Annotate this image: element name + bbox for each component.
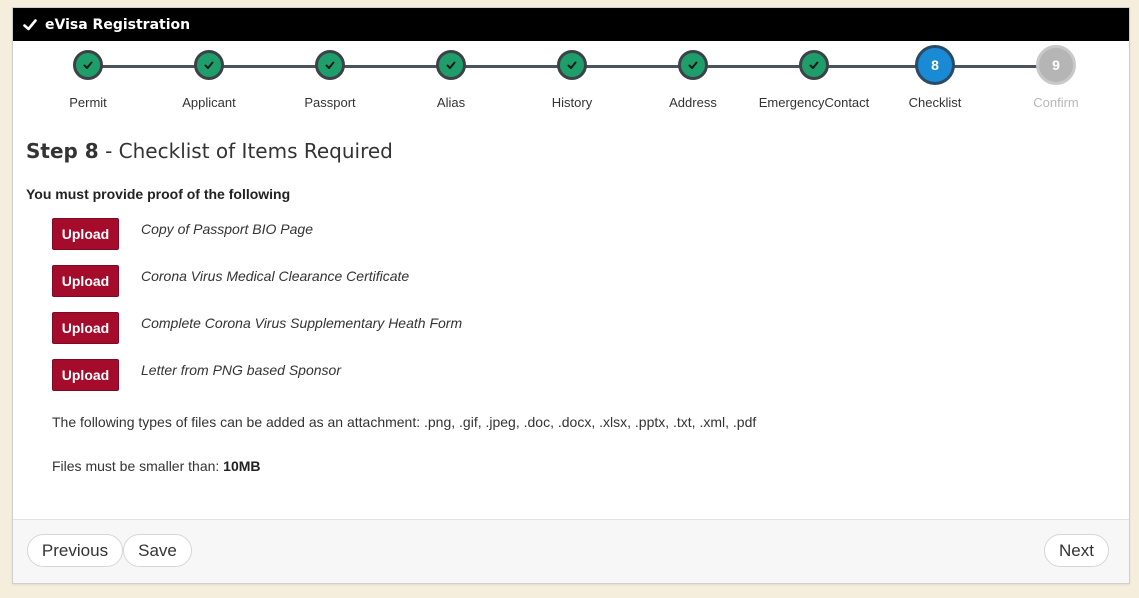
- save-button[interactable]: Save: [123, 534, 192, 567]
- list-item: Upload Copy of Passport BIO Page: [52, 218, 1116, 265]
- file-types-note: The following types of files can be adde…: [52, 414, 757, 430]
- file-size-note: Files must be smaller than: 10MB: [52, 458, 1116, 474]
- list-item: Upload Complete Corona Virus Supplementa…: [52, 312, 1116, 359]
- list-item: Upload Corona Virus Medical Clearance Ce…: [52, 265, 1116, 312]
- upload-button[interactable]: Upload: [52, 265, 119, 297]
- item-description: Complete Corona Virus Supplementary Heat…: [141, 315, 463, 331]
- size-note-label: Files must be smaller than:: [52, 458, 224, 474]
- panel-title: eVisa Registration: [45, 16, 191, 33]
- step-complete-icon: [194, 50, 224, 80]
- step-label: Alias: [436, 95, 466, 110]
- form-footer: Previous Save Next: [13, 519, 1129, 583]
- step-label: Applicant: [182, 95, 236, 110]
- step-address: Address: [633, 41, 753, 110]
- step-label: Address: [669, 95, 717, 110]
- upload-button[interactable]: Upload: [52, 218, 119, 250]
- evisa-registration-panel: eVisa Registration Permit Applicant Pass…: [12, 7, 1130, 584]
- step-complete-icon: [557, 50, 587, 80]
- step-number: Step 8: [26, 139, 99, 163]
- step-permit: Permit: [28, 41, 148, 110]
- checklist-content: Step 8 - Checklist of Items Required You…: [13, 139, 1129, 474]
- upload-button[interactable]: Upload: [52, 312, 119, 344]
- step-confirm: 9 Confirm: [996, 41, 1116, 110]
- step-alias: Alias: [391, 41, 511, 110]
- item-description: Corona Virus Medical Clearance Certifica…: [141, 268, 410, 284]
- item-description: Letter from PNG based Sponsor: [141, 362, 341, 378]
- step-complete-icon: [436, 50, 466, 80]
- step-complete-icon: [73, 50, 103, 80]
- item-description: Copy of Passport BIO Page: [141, 221, 313, 237]
- upload-button[interactable]: Upload: [52, 359, 119, 391]
- progress-stepper: Permit Applicant Passport Alias History: [13, 41, 1129, 123]
- size-limit: 10MB: [223, 458, 261, 474]
- page-title: Step 8 - Checklist of Items Required: [26, 139, 1116, 163]
- panel-header: eVisa Registration: [13, 8, 1129, 41]
- step-number-badge: 9: [1036, 45, 1076, 85]
- step-label: Confirm: [1033, 95, 1079, 110]
- step-title-text: - Checklist of Items Required: [98, 139, 393, 163]
- requirement-heading: You must provide proof of the following: [26, 186, 291, 202]
- step-checklist: 8 Checklist: [875, 41, 995, 110]
- list-item: Upload Letter from PNG based Sponsor: [52, 359, 1116, 406]
- step-number-badge: 8: [915, 45, 955, 85]
- upload-list: Upload Copy of Passport BIO Page Upload …: [52, 218, 1116, 406]
- previous-button[interactable]: Previous: [27, 534, 123, 567]
- next-button[interactable]: Next: [1044, 534, 1109, 567]
- step-complete-icon: [799, 50, 829, 80]
- step-complete-icon: [678, 50, 708, 80]
- step-label: Permit: [69, 95, 107, 110]
- step-complete-icon: [315, 50, 345, 80]
- step-label: Passport: [304, 95, 356, 110]
- step-passport: Passport: [270, 41, 390, 110]
- step-emergency-contact: EmergencyContact: [754, 41, 874, 110]
- step-label: EmergencyContact: [758, 95, 870, 110]
- step-history: History: [512, 41, 632, 110]
- check-icon: [23, 18, 37, 32]
- step-applicant: Applicant: [149, 41, 269, 110]
- step-label: Checklist: [908, 95, 962, 110]
- step-label: History: [551, 95, 593, 110]
